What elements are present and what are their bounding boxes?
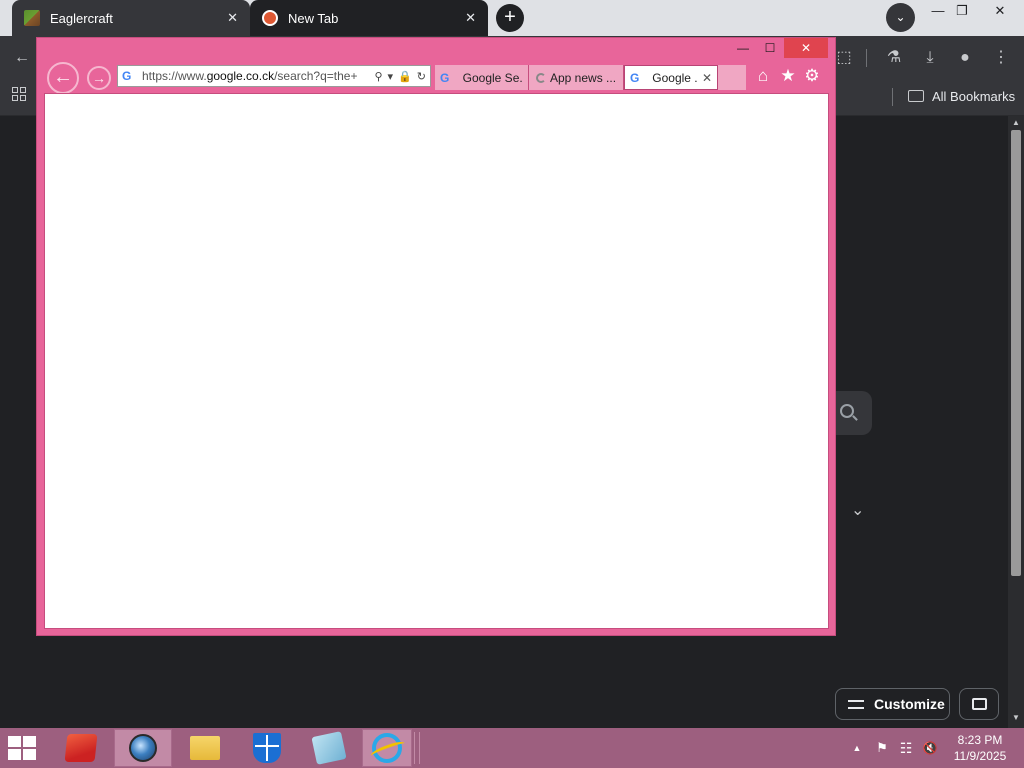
restore-window-button[interactable]: ❐: [944, 0, 980, 24]
duckduckgo-favicon-icon: [262, 10, 278, 26]
clock-time: 8:23 PM: [957, 733, 1003, 747]
taskbar-globe-app[interactable]: [114, 729, 172, 767]
windows-start-button[interactable]: [8, 736, 36, 760]
ie-maximize-button[interactable]: ☐: [759, 38, 781, 58]
scroll-down-arrow-icon[interactable]: ▼: [1011, 714, 1021, 722]
close-tab-icon[interactable]: ✕: [465, 10, 476, 26]
chevron-down-icon[interactable]: ⌄: [851, 500, 864, 520]
customize-label: Customize: [874, 696, 945, 712]
ie-tab-google-active[interactable]: G Google ... ✕: [624, 65, 718, 90]
scrollbar-thumb[interactable]: [1011, 130, 1021, 576]
ie-tab-google-search[interactable]: G Google Se...: [435, 65, 529, 90]
close-tab-icon[interactable]: ✕: [702, 71, 712, 85]
all-bookmarks-label: All Bookmarks: [932, 88, 1016, 104]
feedback-bubble-icon: [972, 698, 987, 710]
ie-tab-label: Google Se...: [462, 70, 523, 85]
close-window-button[interactable]: ✕: [982, 0, 1018, 24]
toolbox-app-icon: [64, 734, 98, 762]
profile-avatar-icon[interactable]: ●: [955, 48, 975, 68]
ie-tab-label: Google ...: [652, 70, 698, 85]
refresh-icon[interactable]: ↻: [417, 70, 426, 83]
show-hidden-icons-arrow-icon[interactable]: ▲: [850, 728, 864, 768]
loading-spinner-icon: [536, 72, 546, 83]
back-arrow-icon[interactable]: ←: [12, 48, 32, 68]
scroll-up-arrow-icon[interactable]: ▲: [1011, 119, 1021, 127]
taskbar: ▲ ⚑ ☷ 🔇 8:23 PM 11/9/2025: [0, 728, 1024, 768]
eaglercraft-favicon-icon: [24, 10, 40, 26]
folder-icon: [908, 90, 924, 102]
internet-explorer-window: — ☐ ✕ ← → G https://www.google.co.ck/sea…: [36, 37, 836, 636]
home-icon[interactable]: ⌂: [753, 66, 773, 86]
taskbar-file-explorer[interactable]: [176, 729, 234, 767]
ie-forward-button[interactable]: →: [87, 66, 111, 90]
globe-app-icon: [129, 734, 157, 762]
feedback-button[interactable]: [959, 688, 999, 720]
chrome-tab-new-tab[interactable]: New Tab ✕: [250, 0, 488, 36]
ie-page-content[interactable]: [44, 93, 829, 629]
menu-kebab-icon[interactable]: ⋮: [991, 48, 1011, 68]
address-url[interactable]: https://www.google.co.ck/search?q=the+: [142, 69, 370, 83]
chrome-tab-strip: Eaglercraft ✕ New Tab ✕ + ⌄ — ❐ ✕: [0, 0, 1024, 36]
ie-address-bar[interactable]: G https://www.google.co.ck/search?q=the+…: [117, 65, 431, 87]
ie-new-tab-button[interactable]: [718, 65, 746, 90]
search-icon[interactable]: ⚲: [374, 70, 382, 83]
taskbar-stacked-windows: [414, 732, 420, 764]
customize-button[interactable]: Customize: [835, 688, 950, 720]
favorites-star-icon[interactable]: ★: [778, 66, 798, 86]
ntp-search-box[interactable]: [836, 391, 872, 435]
tab-title: New Tab: [288, 10, 339, 26]
labs-flask-icon[interactable]: ⚗: [884, 48, 904, 68]
chrome-tab-eaglercraft[interactable]: Eaglercraft ✕: [12, 0, 250, 36]
ie-tab-label: App news ...: [550, 70, 617, 85]
apps-grid-icon[interactable]: [12, 87, 26, 101]
settings-gear-icon[interactable]: ⚙: [802, 66, 822, 86]
ie-minimize-button[interactable]: —: [732, 38, 754, 58]
taskbar-internet-explorer[interactable]: [362, 729, 412, 767]
network-icon[interactable]: ☷: [896, 728, 916, 768]
ie-tab-app-news[interactable]: App news ...: [529, 65, 624, 90]
taskbar-security-app[interactable]: [238, 729, 296, 767]
close-tab-icon[interactable]: ✕: [227, 10, 238, 26]
volume-muted-icon[interactable]: 🔇: [920, 728, 940, 768]
sliders-icon: [848, 697, 864, 711]
dropdown-arrow-icon[interactable]: ▾: [388, 70, 394, 83]
notepad-app-icon: [311, 731, 347, 765]
file-explorer-icon: [190, 736, 220, 760]
taskbar-clock[interactable]: 8:23 PM 11/9/2025: [950, 732, 1010, 764]
google-favicon-icon: G: [122, 69, 132, 83]
page-scrollbar[interactable]: ▲ ▼: [1008, 116, 1024, 728]
clock-date: 11/9/2025: [953, 749, 1007, 763]
ie-back-button[interactable]: ←: [47, 62, 79, 94]
action-center-flag-icon[interactable]: ⚑: [872, 728, 892, 768]
taskbar-toolbox-app[interactable]: [52, 729, 110, 767]
toolbar-divider: [866, 49, 867, 67]
google-favicon-icon: G: [440, 70, 450, 85]
all-bookmarks-button[interactable]: All Bookmarks: [908, 86, 1015, 106]
internet-explorer-icon: [372, 733, 402, 763]
tab-search-button[interactable]: ⌄: [886, 3, 915, 32]
google-favicon-icon: G: [630, 70, 640, 85]
security-shield-icon: [253, 733, 281, 763]
new-tab-button[interactable]: +: [496, 4, 524, 32]
tab-title: Eaglercraft: [50, 10, 113, 26]
lock-icon[interactable]: 🔒: [398, 70, 412, 83]
bookmarks-divider: [892, 88, 893, 106]
ie-close-button[interactable]: ✕: [784, 38, 828, 58]
taskbar-notepad-app[interactable]: [300, 729, 358, 767]
download-icon[interactable]: ⤓: [920, 48, 940, 68]
extensions-icon[interactable]: ⬚: [834, 48, 854, 68]
